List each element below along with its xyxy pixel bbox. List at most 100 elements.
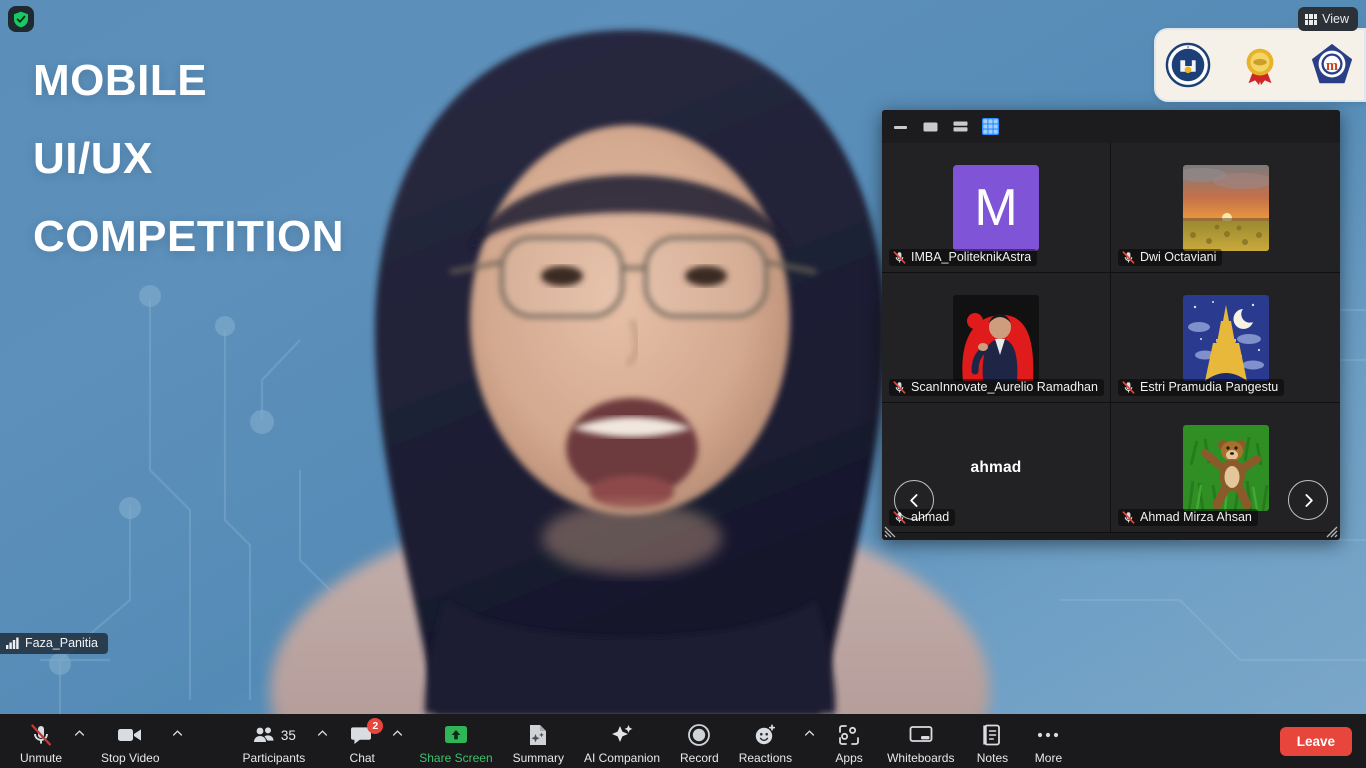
resize-grip-left[interactable] (884, 522, 900, 538)
chat-unread-badge: 2 (367, 718, 384, 734)
participant-name: Estri Pramudia Pangestu (1140, 380, 1279, 394)
video-camera-icon (117, 722, 143, 748)
summary-button[interactable]: Summary (503, 714, 574, 768)
view-button-label: View (1322, 12, 1349, 26)
apps-label: Apps (835, 751, 863, 765)
minimize-icon[interactable] (892, 118, 909, 135)
participant-gallery-panel: M IMBA_PoliteknikAstra Dwi Octaviani Sca… (882, 110, 1340, 540)
participant-name: Ahmad Mirza Ahsan (1140, 510, 1252, 524)
unmute-label: Unmute (20, 751, 63, 765)
unmute-button[interactable]: Unmute (10, 714, 72, 768)
chat-control-group: 2 Chat (334, 714, 409, 768)
mic-muted-icon (893, 250, 906, 264)
whiteboards-label: Whiteboards (887, 751, 955, 765)
speaker-view-icon[interactable] (922, 118, 939, 135)
chat-label: Chat (349, 751, 375, 765)
notes-icon (981, 722, 1003, 748)
toolbar-items: Unmute Stop Video 35 Participants 2 Chat… (0, 714, 1076, 768)
mic-muted-icon (1122, 250, 1135, 264)
audio-options-caret[interactable] (72, 714, 91, 768)
chat-bubble-icon: 2 (350, 718, 384, 748)
chevron-right-icon (1304, 493, 1313, 507)
chat-options-caret[interactable] (390, 714, 409, 768)
participant-name: ScanInnovate_Aurelio Ramadhan (911, 380, 1098, 394)
share-screen-icon (441, 722, 471, 748)
summary-label: Summary (512, 751, 564, 765)
prev-page-arrow[interactable] (894, 480, 934, 520)
apps-icon (837, 722, 861, 748)
apps-button[interactable]: Apps (821, 714, 877, 768)
summary-doc-icon (527, 722, 549, 748)
self-view-name-plate: Faza_Panitia (0, 633, 108, 654)
chevron-up-icon (172, 729, 182, 736)
participant-name-label: IMBA_PoliteknikAstra (889, 249, 1038, 266)
participants-icon: 35 (252, 722, 296, 748)
avatar (953, 294, 1039, 381)
grid-icon (1305, 13, 1318, 25)
mic-muted-icon (1122, 380, 1135, 394)
mic-muted-icon (1122, 510, 1135, 524)
more-dots-icon (1036, 722, 1060, 748)
avatar-bear-grass (1182, 424, 1269, 511)
meeting-toolbar: Unmute Stop Video 35 Participants 2 Chat… (0, 714, 1366, 768)
participants-count: 35 (280, 727, 296, 743)
share-screen-button[interactable]: Share Screen (409, 714, 502, 768)
resize-grip-right[interactable] (1322, 522, 1338, 538)
avatar: M (953, 164, 1039, 251)
participant-tile[interactable]: Estri Pramudia Pangestu (1111, 273, 1340, 403)
chevron-up-icon (318, 729, 328, 736)
participants-button[interactable]: 35 Participants (233, 714, 316, 768)
reactions-options-caret[interactable] (802, 714, 821, 768)
mute-control-group: Unmute (10, 714, 91, 768)
reactions-button[interactable]: Reactions (729, 714, 802, 768)
more-label: More (1034, 751, 1063, 765)
share-screen-label: Share Screen (419, 751, 493, 765)
chevron-left-icon (909, 493, 918, 507)
grid-view-icon[interactable] (982, 118, 999, 135)
notes-label: Notes (976, 751, 1009, 765)
ai-companion-label: AI Companion (583, 751, 661, 765)
reactions-label: Reactions (738, 751, 793, 765)
participants-options-caret[interactable] (315, 714, 334, 768)
participants-label: Participants (242, 751, 306, 765)
avatar (1182, 424, 1269, 511)
participant-name-label: ScanInnovate_Aurelio Ramadhan (889, 379, 1104, 396)
ai-sparkle-icon (609, 722, 635, 748)
participant-tile[interactable]: M IMBA_PoliteknikAstra (882, 143, 1111, 273)
filmstrip-view-icon[interactable] (952, 118, 969, 135)
participant-name-label: Dwi Octaviani (1118, 249, 1223, 266)
avatar (1182, 164, 1269, 251)
mic-muted-icon (893, 380, 906, 394)
chat-button[interactable]: 2 Chat (334, 714, 390, 768)
signal-bars-icon (6, 637, 19, 649)
participant-tile[interactable]: Dwi Octaviani (1111, 143, 1340, 273)
ai-companion-button[interactable]: AI Companion (574, 714, 670, 768)
participants-control-group: 35 Participants (233, 714, 335, 768)
notes-button[interactable]: Notes (964, 714, 1020, 768)
leave-button[interactable]: Leave (1279, 726, 1352, 756)
more-button[interactable]: More (1020, 714, 1076, 768)
participant-display-name: ahmad (970, 458, 1022, 476)
next-page-arrow[interactable] (1288, 480, 1328, 520)
chevron-up-icon (74, 729, 85, 736)
participant-name: Dwi Octaviani (1140, 250, 1217, 264)
stop-video-button[interactable]: Stop Video (91, 714, 170, 768)
record-button[interactable]: Record (670, 714, 729, 768)
avatar-person-red-bg (953, 294, 1039, 381)
participant-name: IMBA_PoliteknikAstra (911, 250, 1032, 264)
video-options-caret[interactable] (170, 714, 189, 768)
politeknik-astra-logo: ★ (1165, 42, 1211, 88)
reactions-control-group: Reactions (729, 714, 821, 768)
participant-tile[interactable]: ScanInnovate_Aurelio Ramadhan (882, 273, 1111, 403)
view-button[interactable]: View (1298, 7, 1358, 31)
zoom-meeting-window: MOBILE UI/UX COMPETITION ★ m Faza_Paniti… (0, 0, 1366, 768)
reactions-smiley-icon (753, 722, 777, 748)
avatar (1182, 294, 1269, 381)
avatar-eiffel-night (1182, 294, 1269, 381)
participant-tiles-grid: M IMBA_PoliteknikAstra Dwi Octaviani Sca… (882, 143, 1340, 533)
participant-name-label: Ahmad Mirza Ahsan (1118, 509, 1258, 526)
encryption-shield-badge[interactable] (8, 6, 34, 32)
whiteboards-button[interactable]: Whiteboards (877, 714, 964, 768)
svg-text:★: ★ (1187, 45, 1190, 49)
self-view-name: Faza_Panitia (25, 636, 98, 650)
